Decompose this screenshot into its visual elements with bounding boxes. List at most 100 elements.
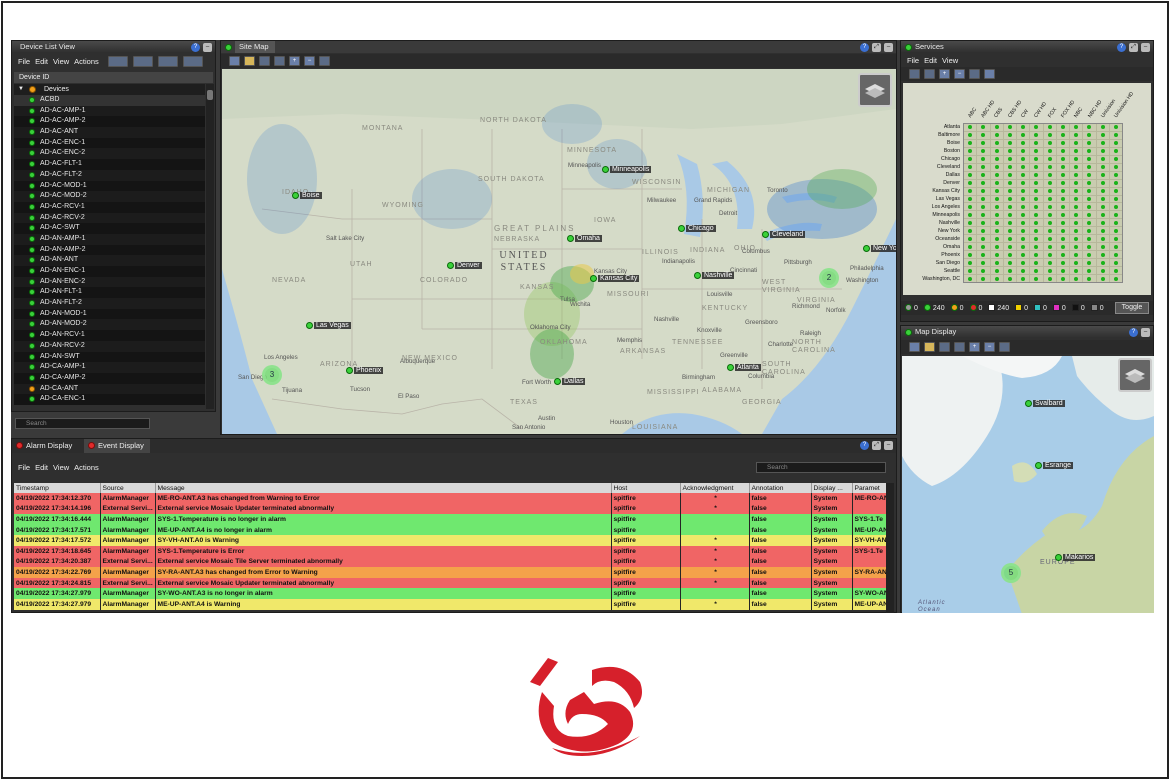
service-status-cell[interactable] — [1017, 131, 1030, 139]
service-status-cell[interactable] — [990, 227, 1003, 235]
service-status-cell[interactable] — [1070, 139, 1083, 147]
device-row[interactable]: AD-AN-RCV-2 — [14, 340, 205, 352]
service-status-cell[interactable] — [1056, 211, 1069, 219]
service-status-cell[interactable] — [1030, 179, 1043, 187]
service-status-cell[interactable] — [1003, 163, 1016, 171]
service-status-cell[interactable] — [1030, 171, 1043, 179]
device-row[interactable]: AD-AC-ANT — [14, 127, 205, 138]
service-status-cell[interactable] — [1096, 155, 1109, 163]
service-status-cell[interactable] — [1083, 259, 1096, 267]
service-status-cell[interactable] — [1070, 267, 1083, 275]
service-status-cell[interactable] — [1043, 124, 1056, 131]
service-status-cell[interactable] — [1030, 211, 1043, 219]
service-status-cell[interactable] — [1003, 139, 1016, 147]
device-row[interactable]: AD-AN-ENC-2 — [14, 276, 205, 288]
service-status-cell[interactable] — [1056, 139, 1069, 147]
service-status-cell[interactable] — [964, 235, 977, 243]
service-status-cell[interactable] — [1030, 235, 1043, 243]
service-status-cell[interactable] — [977, 267, 990, 275]
tool-icon[interactable] — [259, 56, 270, 66]
image-icon[interactable] — [924, 69, 935, 79]
service-status-cell[interactable] — [1070, 251, 1083, 259]
device-row[interactable]: AD-AC-MOD-1 — [14, 180, 205, 192]
device-row[interactable]: AD-CA-ANT — [14, 383, 205, 395]
service-status-cell[interactable] — [1070, 124, 1083, 131]
minimize-icon[interactable]: – — [1141, 42, 1150, 52]
site-marker[interactable]: Boise — [292, 192, 322, 200]
alarm-row[interactable]: 04/19/2022 17:34:12.370 AlarmManager ME-RO… — [14, 493, 886, 504]
service-status-cell[interactable] — [1109, 267, 1122, 275]
device-row[interactable]: AD-AC-RCV-2 — [14, 212, 205, 224]
site-marker[interactable]: Omaha — [567, 235, 602, 243]
tree-tool-button-3[interactable] — [182, 55, 203, 67]
service-status-cell[interactable] — [1096, 147, 1109, 155]
tree-tool-button-1[interactable] — [107, 55, 128, 67]
service-status-cell[interactable] — [1070, 147, 1083, 155]
service-status-cell[interactable] — [990, 219, 1003, 227]
site-cluster-5[interactable]: 5 — [1001, 563, 1021, 583]
service-status-cell[interactable] — [1056, 203, 1069, 211]
service-status-cell[interactable] — [1017, 139, 1030, 147]
expand-button[interactable] — [157, 55, 178, 67]
service-status-cell[interactable] — [977, 179, 990, 187]
device-row[interactable]: AD-AC-AMP-2 — [14, 116, 205, 128]
service-status-cell[interactable] — [977, 235, 990, 243]
zoom-out-icon[interactable]: − — [304, 56, 315, 66]
service-status-cell[interactable] — [1109, 124, 1122, 131]
device-row[interactable]: AD-AN-AMP-1 — [14, 233, 205, 245]
service-status-cell[interactable] — [1003, 275, 1016, 282]
save-icon[interactable] — [909, 342, 920, 352]
menu-actions[interactable]: Actions — [74, 57, 99, 66]
service-status-cell[interactable] — [1030, 163, 1043, 171]
service-status-cell[interactable] — [1003, 124, 1016, 131]
service-status-cell[interactable] — [977, 243, 990, 251]
site-marker[interactable]: Denver — [447, 262, 482, 270]
service-status-cell[interactable] — [1030, 139, 1043, 147]
service-status-cell[interactable] — [1109, 235, 1122, 243]
service-status-cell[interactable] — [990, 131, 1003, 139]
service-status-cell[interactable] — [1070, 219, 1083, 227]
service-status-cell[interactable] — [1070, 235, 1083, 243]
service-status-cell[interactable] — [1056, 131, 1069, 139]
service-status-cell[interactable] — [990, 155, 1003, 163]
zoom-in-icon[interactable]: + — [939, 69, 950, 79]
service-status-cell[interactable] — [1003, 195, 1016, 203]
service-status-cell[interactable] — [1017, 235, 1030, 243]
service-status-cell[interactable] — [1070, 203, 1083, 211]
service-status-cell[interactable] — [1096, 243, 1109, 251]
service-status-cell[interactable] — [1083, 171, 1096, 179]
service-status-cell[interactable] — [1056, 163, 1069, 171]
service-status-cell[interactable] — [1056, 187, 1069, 195]
service-status-cell[interactable] — [977, 139, 990, 147]
service-status-cell[interactable] — [977, 227, 990, 235]
service-status-cell[interactable] — [1070, 227, 1083, 235]
service-status-cell[interactable] — [1083, 211, 1096, 219]
device-row[interactable]: AD-AC-ENC-1 — [14, 137, 205, 149]
service-status-cell[interactable] — [1083, 195, 1096, 203]
alarm-row[interactable]: 04/19/2022 17:34:27.979 AlarmManager ME-UP… — [14, 598, 886, 610]
help-icon[interactable]: ? — [860, 42, 869, 52]
service-status-cell[interactable] — [977, 131, 990, 139]
site-marker[interactable]: New York — [863, 245, 896, 253]
service-status-cell[interactable] — [1070, 259, 1083, 267]
zoom-in-icon[interactable]: + — [289, 56, 300, 66]
service-status-cell[interactable] — [1070, 179, 1083, 187]
service-status-cell[interactable] — [1083, 163, 1096, 171]
service-status-cell[interactable] — [964, 147, 977, 155]
service-status-cell[interactable] — [1043, 203, 1056, 211]
service-status-cell[interactable] — [1043, 131, 1056, 139]
service-status-cell[interactable] — [1056, 243, 1069, 251]
alarm-search-input[interactable]: Search — [756, 462, 886, 473]
menu-edit[interactable]: Edit — [35, 57, 48, 66]
service-status-cell[interactable] — [1109, 131, 1122, 139]
service-status-cell[interactable] — [1030, 187, 1043, 195]
service-status-cell[interactable] — [1003, 235, 1016, 243]
service-status-cell[interactable] — [1070, 275, 1083, 282]
service-status-cell[interactable] — [1109, 171, 1122, 179]
service-status-cell[interactable] — [1003, 251, 1016, 259]
service-status-cell[interactable] — [990, 267, 1003, 275]
alarm-row[interactable]: 04/19/2022 17:34:14.196 External Servi...… — [14, 503, 886, 515]
service-status-cell[interactable] — [1096, 187, 1109, 195]
zoom-out-icon[interactable]: − — [954, 69, 965, 79]
device-row[interactable]: AD-AN-ANT — [14, 255, 205, 266]
